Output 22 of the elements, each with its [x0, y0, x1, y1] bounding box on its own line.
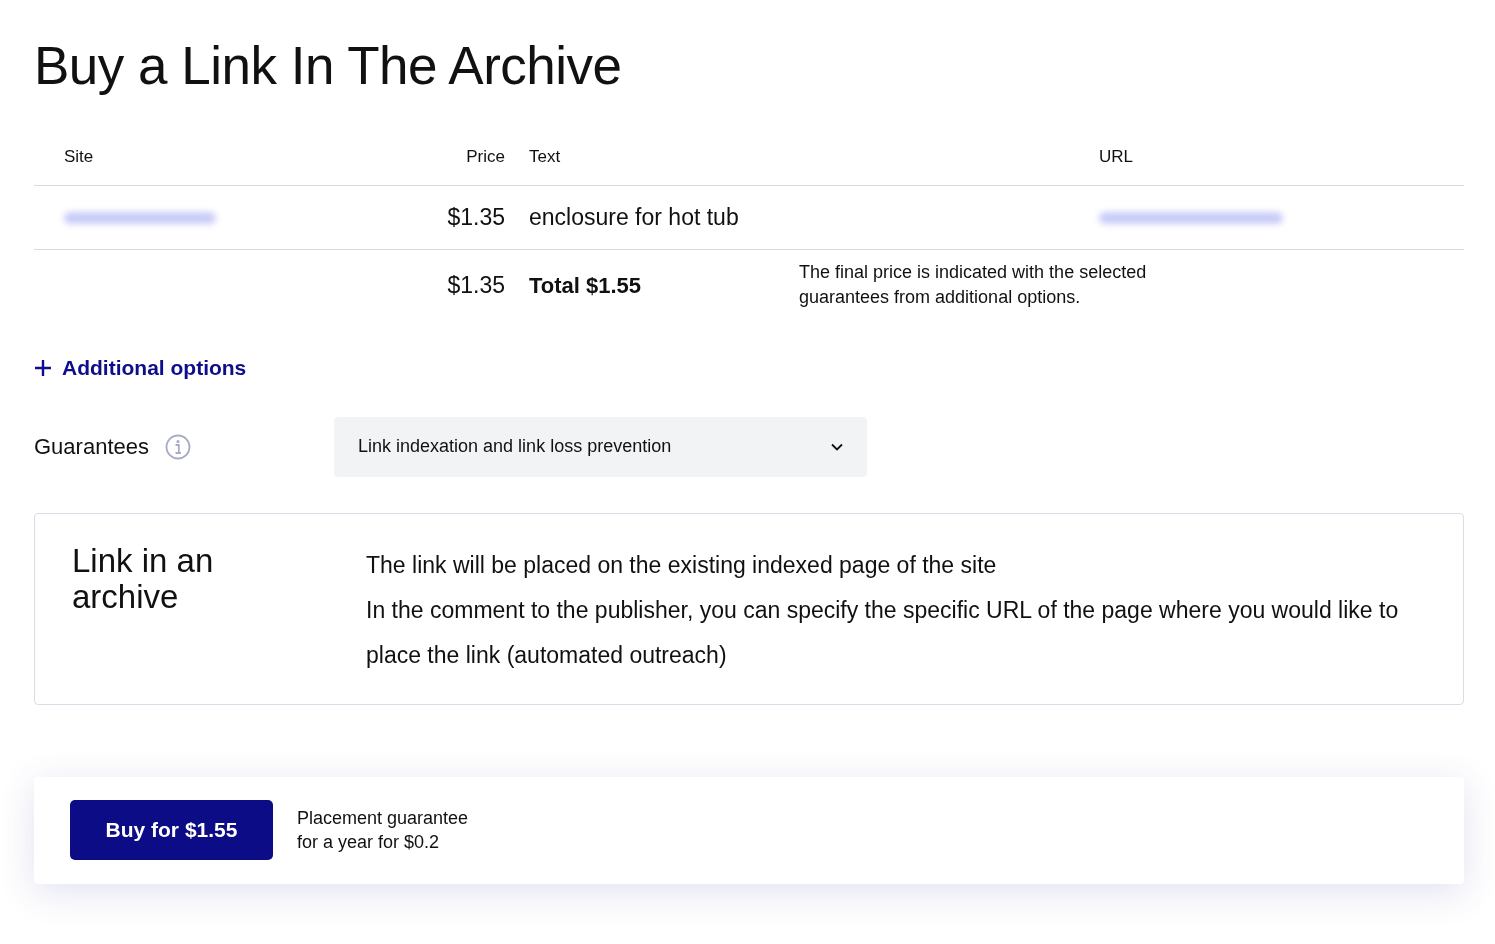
table-cell: enclosure for hot tub: [529, 204, 739, 231]
column-header: Site: [64, 146, 94, 166]
total-price: $1.35: [447, 271, 505, 298]
card-title: Link in an archive: [72, 542, 215, 615]
column-header: Text: [529, 146, 561, 166]
additional-options-toggle[interactable]: Additional options: [34, 352, 247, 384]
table-cell: $1.35: [447, 204, 505, 231]
plus-icon: [34, 358, 52, 377]
total-amount: Total $1.55: [529, 272, 642, 298]
buy-button[interactable]: Buy for $1.55: [70, 800, 273, 860]
guarantee-note: Placement guarantee: [297, 807, 469, 830]
price-note: The final price is indicated with the selected guarantees from additional options.: [799, 261, 1148, 309]
column-header: URL: [1099, 146, 1133, 166]
guarantee-dropdown[interactable]: Link indexation and link loss prevention: [334, 416, 867, 477]
info-icon[interactable]: [164, 433, 191, 460]
card-description: In the comment to the publisher, you can specify the specific URL of the page where you would like to place the link (automated outreach): [366, 595, 1400, 670]
guarantee-note: for a year for $0.2: [297, 831, 440, 854]
card-description: The link will be placed on the existing indexed page of the site: [366, 550, 998, 580]
column-header: Price: [466, 146, 505, 166]
page-title: Buy a Link In The Archive: [34, 37, 622, 95]
field-label: Guarantees: [34, 433, 149, 461]
chevron-down-icon: [831, 442, 843, 451]
